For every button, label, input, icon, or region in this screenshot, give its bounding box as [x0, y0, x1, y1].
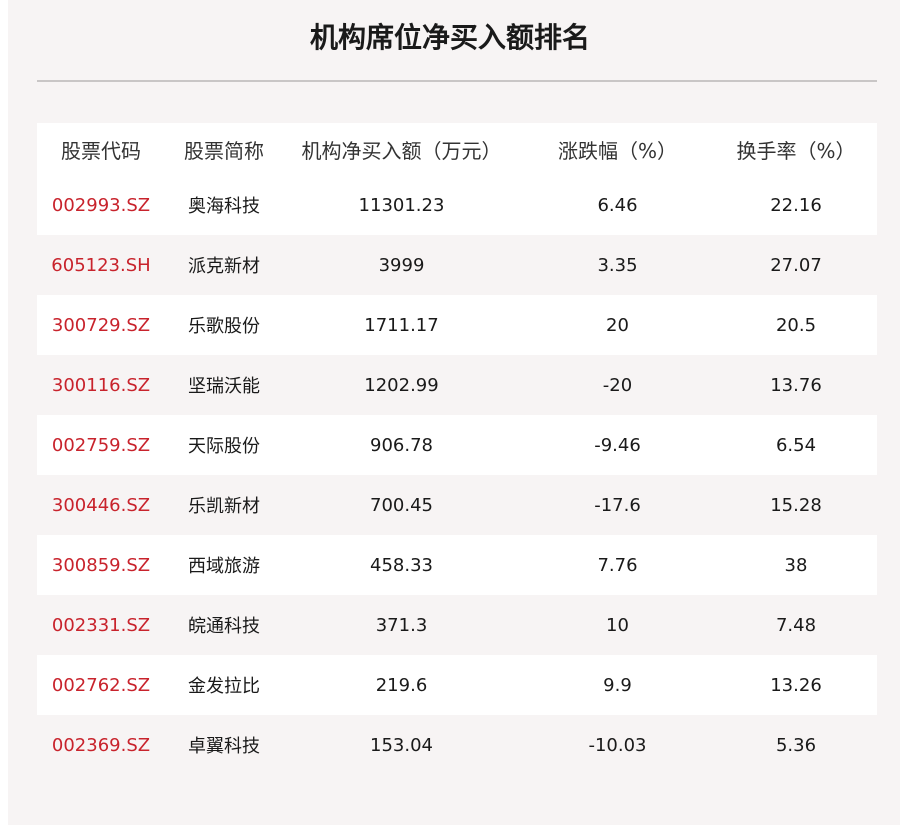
table-row: 605123.SH 派克新材 3999 3.35 27.07 — [37, 235, 877, 295]
cell-net-buy: 153.04 — [283, 715, 520, 775]
cell-name: 西域旅游 — [165, 535, 283, 595]
cell-name: 派克新材 — [165, 235, 283, 295]
cell-code: 300729.SZ — [37, 295, 165, 355]
table-row: 002762.SZ 金发拉比 219.6 9.9 13.26 — [37, 655, 877, 715]
table-row: 002993.SZ 奥海科技 11301.23 6.46 22.16 — [37, 175, 877, 235]
table-body: 002993.SZ 奥海科技 11301.23 6.46 22.16 605123.SH 派… — [37, 175, 877, 775]
cell-turnover: 5.36 — [715, 715, 877, 775]
header-code: 股票代码 — [37, 123, 165, 175]
cell-turnover: 13.26 — [715, 655, 877, 715]
cell-net-buy: 1711.17 — [283, 295, 520, 355]
cell-name: 坚瑞沃能 — [165, 355, 283, 415]
cell-code: 002993.SZ — [37, 175, 165, 235]
cell-code: 002369.SZ — [37, 715, 165, 775]
cell-code: 002331.SZ — [37, 595, 165, 655]
cell-name: 皖通科技 — [165, 595, 283, 655]
table-row: 300446.SZ 乐凯新材 700.45 -17.6 15.28 — [37, 475, 877, 535]
cell-change: -17.6 — [520, 475, 715, 535]
cell-net-buy: 371.3 — [283, 595, 520, 655]
table-row: 002759.SZ 天际股份 906.78 -9.46 6.54 — [37, 415, 877, 475]
cell-code: 002762.SZ — [37, 655, 165, 715]
cell-change: 10 — [520, 595, 715, 655]
header-name: 股票简称 — [165, 123, 283, 175]
cell-turnover: 38 — [715, 535, 877, 595]
cell-name: 乐歌股份 — [165, 295, 283, 355]
cell-name: 卓翼科技 — [165, 715, 283, 775]
table-row: 300729.SZ 乐歌股份 1711.17 20 20.5 — [37, 295, 877, 355]
cell-turnover: 20.5 — [715, 295, 877, 355]
cell-change: -9.46 — [520, 415, 715, 475]
cell-name: 奥海科技 — [165, 175, 283, 235]
cell-net-buy: 11301.23 — [283, 175, 520, 235]
cell-net-buy: 219.6 — [283, 655, 520, 715]
cell-code: 605123.SH — [37, 235, 165, 295]
cell-name: 乐凯新材 — [165, 475, 283, 535]
cell-change: 20 — [520, 295, 715, 355]
table-row: 300116.SZ 坚瑞沃能 1202.99 -20 13.76 — [37, 355, 877, 415]
cell-code: 300116.SZ — [37, 355, 165, 415]
table-row: 300859.SZ 西域旅游 458.33 7.76 38 — [37, 535, 877, 595]
table-header-row: 股票代码 股票简称 机构净买入额（万元） 涨跌幅（%） 换手率（%） — [37, 123, 877, 175]
cell-name: 金发拉比 — [165, 655, 283, 715]
cell-turnover: 7.48 — [715, 595, 877, 655]
cell-turnover: 13.76 — [715, 355, 877, 415]
ranking-table: 股票代码 股票简称 机构净买入额（万元） 涨跌幅（%） 换手率（%） 00299… — [37, 123, 877, 775]
cell-change: 3.35 — [520, 235, 715, 295]
cell-name: 天际股份 — [165, 415, 283, 475]
cell-turnover: 15.28 — [715, 475, 877, 535]
cell-change: 7.76 — [520, 535, 715, 595]
cell-change: -10.03 — [520, 715, 715, 775]
cell-turnover: 27.07 — [715, 235, 877, 295]
cell-net-buy: 906.78 — [283, 415, 520, 475]
cell-code: 300859.SZ — [37, 535, 165, 595]
cell-change: 6.46 — [520, 175, 715, 235]
title-divider — [37, 80, 877, 82]
cell-code: 300446.SZ — [37, 475, 165, 535]
cell-net-buy: 3999 — [283, 235, 520, 295]
table-row: 002331.SZ 皖通科技 371.3 10 7.48 — [37, 595, 877, 655]
header-net-buy: 机构净买入额（万元） — [283, 123, 520, 175]
cell-net-buy: 458.33 — [283, 535, 520, 595]
page-title: 机构席位净买入额排名 — [309, 21, 590, 54]
table-row: 002369.SZ 卓翼科技 153.04 -10.03 5.36 — [37, 715, 877, 775]
cell-change: -20 — [520, 355, 715, 415]
cell-change: 9.9 — [520, 655, 715, 715]
cell-net-buy: 1202.99 — [283, 355, 520, 415]
cell-net-buy: 700.45 — [283, 475, 520, 535]
cell-code: 002759.SZ — [37, 415, 165, 475]
header-change: 涨跌幅（%） — [520, 123, 715, 175]
header-turnover: 换手率（%） — [715, 123, 877, 175]
cell-turnover: 22.16 — [715, 175, 877, 235]
cell-turnover: 6.54 — [715, 415, 877, 475]
